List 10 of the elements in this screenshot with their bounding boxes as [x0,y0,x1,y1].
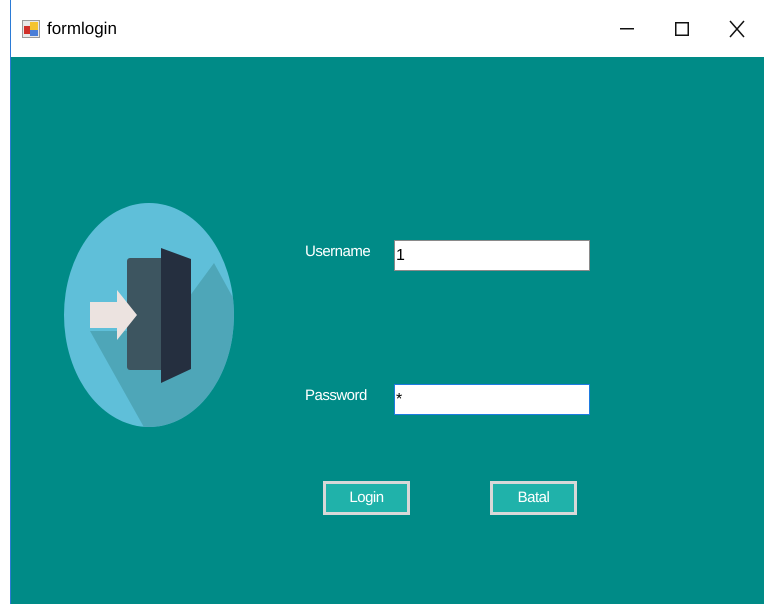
input-field[interactable]: 1 [394,240,590,271]
field-label: Username [305,242,372,262]
close-icon [728,20,744,38]
app-icon [22,20,40,38]
maximize-icon [674,22,688,36]
minimize-icon [620,28,634,30]
field-label: Password [305,386,368,406]
input-field[interactable]: * [394,384,590,415]
window-title: formlogin [47,18,117,40]
login-door-icon [64,203,234,427]
